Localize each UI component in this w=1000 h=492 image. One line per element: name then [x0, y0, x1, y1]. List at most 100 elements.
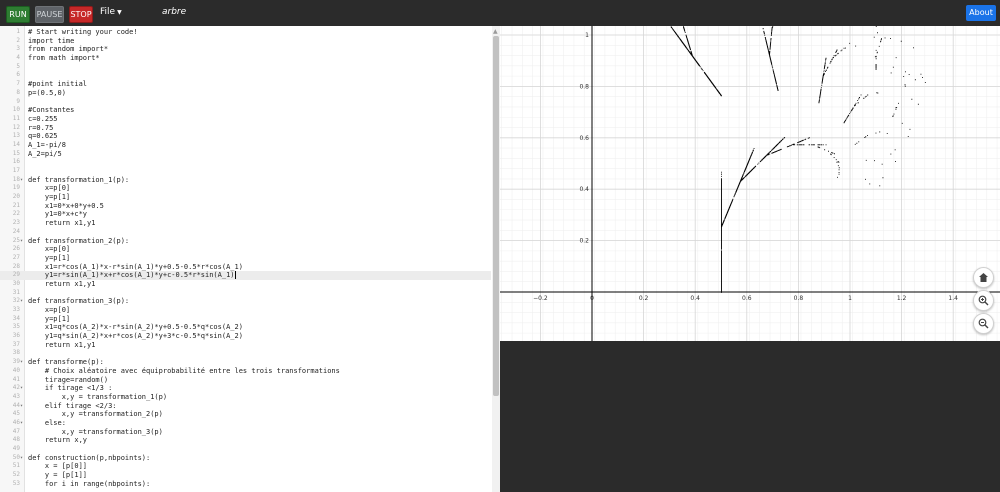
code-line[interactable]: 11 c=0.255	[0, 115, 491, 124]
line-number: 6	[16, 71, 20, 79]
code-text: def transformation_3(p):	[28, 297, 130, 306]
fold-toggle-icon[interactable]: ▾	[20, 402, 24, 411]
fold-toggle-icon[interactable]: ▾	[20, 176, 24, 185]
code-line[interactable]: 33 x=p[0]	[0, 306, 491, 315]
code-text: A_1=-pi/8	[28, 140, 66, 149]
editor-scrollbar-thumb[interactable]	[493, 36, 499, 396]
code-line[interactable]: 21 x1=0*x+0*y+0.5	[0, 202, 491, 211]
fold-toggle-icon[interactable]: ▾	[20, 454, 24, 463]
code-line[interactable]: 50 ▾ def construction(p,nbpoints):	[0, 454, 491, 463]
fold-toggle-icon[interactable]: ▾	[20, 358, 24, 367]
code-line[interactable]: 49	[0, 445, 491, 454]
code-line[interactable]: 24	[0, 228, 491, 237]
code-line[interactable]: 41 tirage=random()	[0, 376, 491, 385]
code-line[interactable]: 32 ▾ def transformation_3(p):	[0, 297, 491, 306]
code-line[interactable]: 43 x,y = transformation_1(p)	[0, 393, 491, 402]
code-line[interactable]: 8 p=(0.5,0)	[0, 89, 491, 98]
line-number: 16	[12, 158, 20, 166]
home-button[interactable]	[973, 267, 994, 288]
code-line[interactable]: 7 #point initial	[0, 80, 491, 89]
program-name[interactable]: arbre	[162, 7, 186, 17]
code-line[interactable]: 4 from math import*	[0, 54, 491, 63]
line-number: 41	[12, 375, 20, 383]
file-menu[interactable]: File ▼	[100, 7, 122, 17]
x-tick-label: 0.6	[742, 295, 752, 302]
code-line[interactable]: 37 return x1,y1	[0, 341, 491, 350]
code-line[interactable]: 9	[0, 98, 491, 107]
line-number: 46	[12, 418, 20, 426]
code-line[interactable]: 19 x=p[0]	[0, 184, 491, 193]
code-text: elif tirage <2/3:	[28, 401, 117, 410]
code-line[interactable]: 45 x,y =transformation_2(p)	[0, 410, 491, 419]
code-line[interactable]: 35 x1=q*cos(A_2)*x-r*sin(A_2)*y+0.5-0.5*…	[0, 323, 491, 332]
line-number: 21	[12, 201, 20, 209]
code-line[interactable]: 20 y=p[1]	[0, 193, 491, 202]
console-panel	[500, 341, 1000, 492]
plot-canvas[interactable]: −0.2 0 0.2 0.4 0.6 0.8 1 1.2 1.4 0.2 0.4 0.6 0.8 1	[500, 26, 1000, 344]
line-number: 13	[12, 132, 20, 140]
code-line[interactable]: 51 x = [p[0]]	[0, 462, 491, 471]
code-line[interactable]: 3 from random import*	[0, 45, 491, 54]
code-text: q=0.625	[28, 132, 58, 141]
fold-toggle-icon[interactable]: ▾	[20, 384, 24, 393]
code-line[interactable]: 2 import time	[0, 37, 491, 46]
code-line[interactable]: 28 x1=r*cos(A_1)*x-r*sin(A_1)*y+0.5-0.5*…	[0, 263, 491, 272]
code-line[interactable]: 17	[0, 167, 491, 176]
code-line[interactable]: 23 return x1,y1	[0, 219, 491, 228]
fold-toggle-icon[interactable]: ▾	[20, 237, 24, 246]
code-line[interactable]: 38	[0, 349, 491, 358]
code-line[interactable]: 25 ▾ def transformation_2(p):	[0, 237, 491, 246]
code-text: y=p[1]	[28, 193, 71, 202]
code-line[interactable]: 34 y=p[1]	[0, 315, 491, 324]
code-line[interactable]: 27 y=p[1]	[0, 254, 491, 263]
code-line[interactable]: 15 A_2=pi/5	[0, 150, 491, 159]
scroll-up-icon[interactable]: ▲	[493, 28, 498, 35]
code-editor[interactable]: 1 # Start writing your code! 2 import time 3…	[0, 26, 500, 492]
code-line[interactable]: 18 ▾ def transformation_1(p):	[0, 176, 491, 185]
line-number: 37	[12, 340, 20, 348]
code-line[interactable]: 14 A_1=-pi/8	[0, 141, 491, 150]
code-line[interactable]: 42 ▾ if tirage <1/3 :	[0, 384, 491, 393]
code-line[interactable]: 47 x,y =transformation_3(p)	[0, 428, 491, 437]
code-line[interactable]: 16	[0, 158, 491, 167]
editor-scrollbar[interactable]: ▲	[492, 26, 500, 492]
line-number: 34	[12, 314, 20, 322]
code-line[interactable]: 36 y1=q*sin(A_2)*x+r*cos(A_2)*y+3*c-0.5*…	[0, 332, 491, 341]
code-line[interactable]: 31	[0, 289, 491, 298]
zoom-out-button[interactable]	[973, 313, 994, 334]
code-line[interactable]: 30 return x1,y1	[0, 280, 491, 289]
code-line[interactable]: 13 q=0.625	[0, 132, 491, 141]
line-number: 52	[12, 471, 20, 479]
code-line[interactable]: 6	[0, 71, 491, 80]
line-number: 3	[16, 45, 20, 53]
run-button[interactable]: RUN	[6, 6, 30, 23]
code-text: # Choix aléatoire avec équiprobabilité e…	[28, 366, 340, 375]
pause-button[interactable]: PAUSE	[35, 6, 64, 23]
line-number: 29	[12, 271, 20, 279]
graphics-output[interactable]: −0.2 0 0.2 0.4 0.6 0.8 1 1.2 1.4 0.2 0.4 0.6 0.8 1	[500, 26, 1000, 344]
code-line[interactable]: 46 ▾ else:	[0, 419, 491, 428]
line-number: 11	[12, 114, 20, 122]
code-line[interactable]: 39 ▾ def transforme(p):	[0, 358, 491, 367]
code-line[interactable]: 44 ▾ elif tirage <2/3:	[0, 402, 491, 411]
code-line[interactable]: 40 # Choix aléatoire avec équiprobabilit…	[0, 367, 491, 376]
code-text: x = [p[0]]	[28, 462, 88, 471]
about-button[interactable]: About	[966, 5, 996, 21]
code-line[interactable]: 1 # Start writing your code!	[0, 28, 491, 37]
fold-toggle-icon[interactable]: ▾	[20, 297, 24, 306]
code-line[interactable]: 12 r=0.75	[0, 124, 491, 133]
code-text: def transformation_2(p):	[28, 236, 130, 245]
code-lines[interactable]: 1 # Start writing your code! 2 import time 3…	[0, 28, 491, 488]
code-line[interactable]: 52 y = [p[1]]	[0, 471, 491, 480]
code-line[interactable]: 26 x=p[0]	[0, 245, 491, 254]
fold-toggle-icon[interactable]: ▾	[20, 419, 24, 428]
code-line[interactable]: 48 return x,y	[0, 436, 491, 445]
zoom-in-button[interactable]	[973, 290, 994, 311]
code-line[interactable]: 22 y1=0*x+c*y	[0, 210, 491, 219]
line-number: 49	[12, 445, 20, 452]
code-line[interactable]: 53 for i in range(nbpoints):	[0, 480, 491, 489]
code-line[interactable]: 10 #Constantes	[0, 106, 491, 115]
code-line[interactable]: 5	[0, 63, 491, 72]
code-line[interactable]: 29 y1=r*sin(A_1)*x+r*cos(A_1)*y+c-0.5*r*…	[0, 271, 491, 280]
stop-button[interactable]: STOP	[69, 6, 93, 23]
